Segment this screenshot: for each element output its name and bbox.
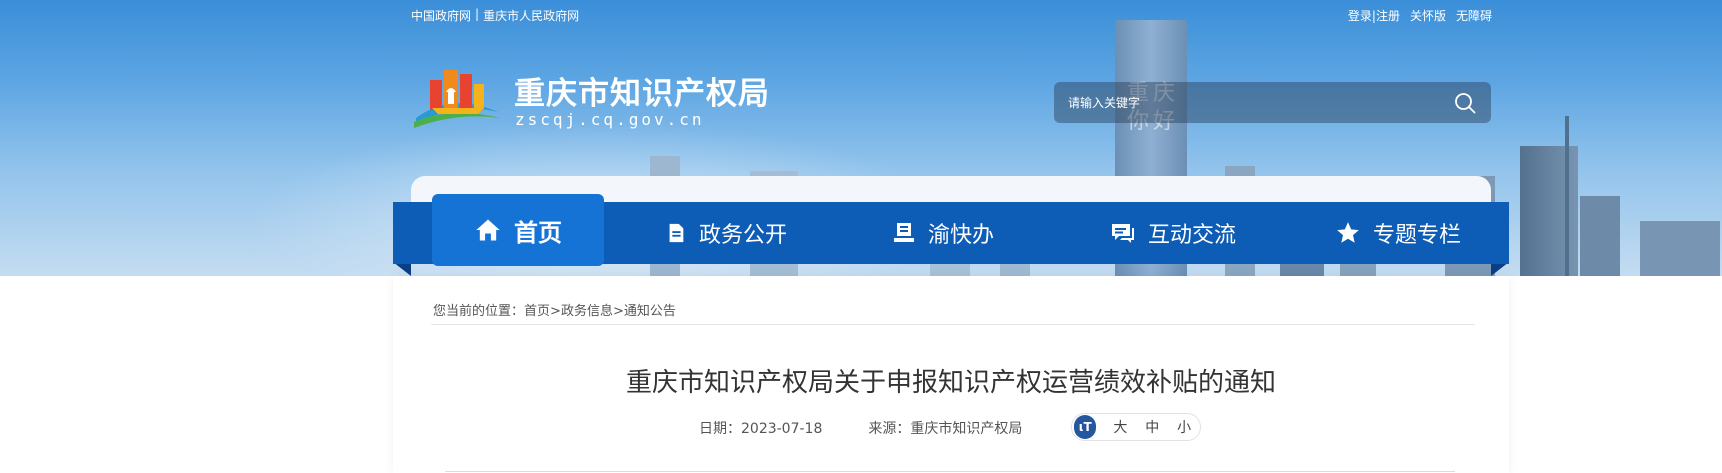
font-size-large[interactable]: 大	[1104, 417, 1136, 437]
breadcrumb-separator: >	[550, 304, 561, 319]
main-nav: 首页 政务公开 渝快办 互动交流 专题专栏	[393, 194, 1509, 266]
breadcrumb-gov-info[interactable]: 政务信息	[561, 304, 613, 319]
top-links-left: 中国政府网 | 重庆市人民政府网	[411, 7, 579, 24]
nav-item-home[interactable]: 首页	[432, 194, 604, 266]
breadcrumb-notices[interactable]: 通知公告	[624, 304, 676, 319]
article-title: 重庆市知识产权局关于申报知识产权运营绩效补贴的通知	[625, 368, 1276, 398]
article-date: 日期：2023-07-18	[699, 421, 823, 437]
document-icon	[669, 223, 684, 243]
nav-item-label: 首页	[514, 218, 562, 247]
chat-icon	[1111, 224, 1134, 243]
nav-item-yukuaiban[interactable]: 渝快办	[873, 202, 1013, 264]
site-title: 重庆市知识产权局	[514, 76, 770, 112]
nav-fold-left	[393, 262, 411, 276]
breadcrumb-prefix: 您当前的位置：	[433, 304, 525, 319]
building-spire	[1565, 116, 1569, 276]
font-size-medium[interactable]: 中	[1136, 417, 1168, 437]
nav-item-label: 互动交流	[1147, 223, 1236, 248]
divider	[431, 324, 1475, 325]
home-icon	[476, 219, 500, 241]
nav-item-label: 渝快办	[927, 223, 994, 248]
breadcrumb: 您当前的位置：首页>政务信息>通知公告	[433, 300, 676, 319]
logo-emblem-icon	[414, 70, 500, 128]
article-source: 来源：重庆市知识产权局	[868, 421, 1023, 437]
divider	[445, 471, 1455, 472]
search-box	[1054, 82, 1491, 123]
search-input[interactable]	[1068, 82, 1428, 123]
building	[1640, 221, 1720, 276]
top-links-right: 登录|注册 关怀版 无障碍	[1348, 7, 1492, 24]
nav-item-gov-affairs[interactable]: 政务公开	[641, 202, 811, 264]
nav-item-label: 政务公开	[698, 223, 787, 248]
content-card: 您当前的位置：首页>政务信息>通知公告 重庆市知识产权局关于申报知识产权运营绩效…	[393, 276, 1509, 473]
nav-fold-right	[1491, 262, 1509, 276]
link-separator: |	[475, 7, 480, 21]
breadcrumb-home[interactable]: 首页	[524, 304, 550, 319]
search-icon[interactable]	[1453, 91, 1477, 115]
building	[1580, 196, 1620, 276]
link-gov-cn[interactable]: 中国政府网	[411, 7, 471, 24]
link-cq-gov[interactable]: 重庆市人民政府网	[483, 7, 579, 24]
care-mode-link[interactable]: 关怀版	[1410, 7, 1446, 24]
star-icon	[1337, 222, 1359, 243]
login-register-link[interactable]: 登录|注册	[1348, 7, 1400, 24]
building	[1520, 146, 1578, 276]
site-logo[interactable]	[412, 62, 502, 132]
breadcrumb-separator: >	[612, 304, 624, 319]
article-meta: 日期：2023-07-18 来源：重庆市知识产权局	[699, 418, 1022, 438]
desk-icon	[893, 223, 914, 242]
font-size-icon: ιT	[1074, 415, 1097, 439]
nav-item-label: 专题专栏	[1372, 223, 1461, 248]
site-domain: zscqj.cq.gov.cn	[515, 110, 705, 129]
font-size-switcher: ιT 大 中 小	[1071, 413, 1201, 441]
nav-item-interaction[interactable]: 互动交流	[1088, 202, 1258, 264]
nav-item-special-topics[interactable]: 专题专栏	[1313, 202, 1483, 264]
accessibility-link[interactable]: 无障碍	[1456, 7, 1492, 24]
font-size-small[interactable]: 小	[1168, 417, 1200, 437]
